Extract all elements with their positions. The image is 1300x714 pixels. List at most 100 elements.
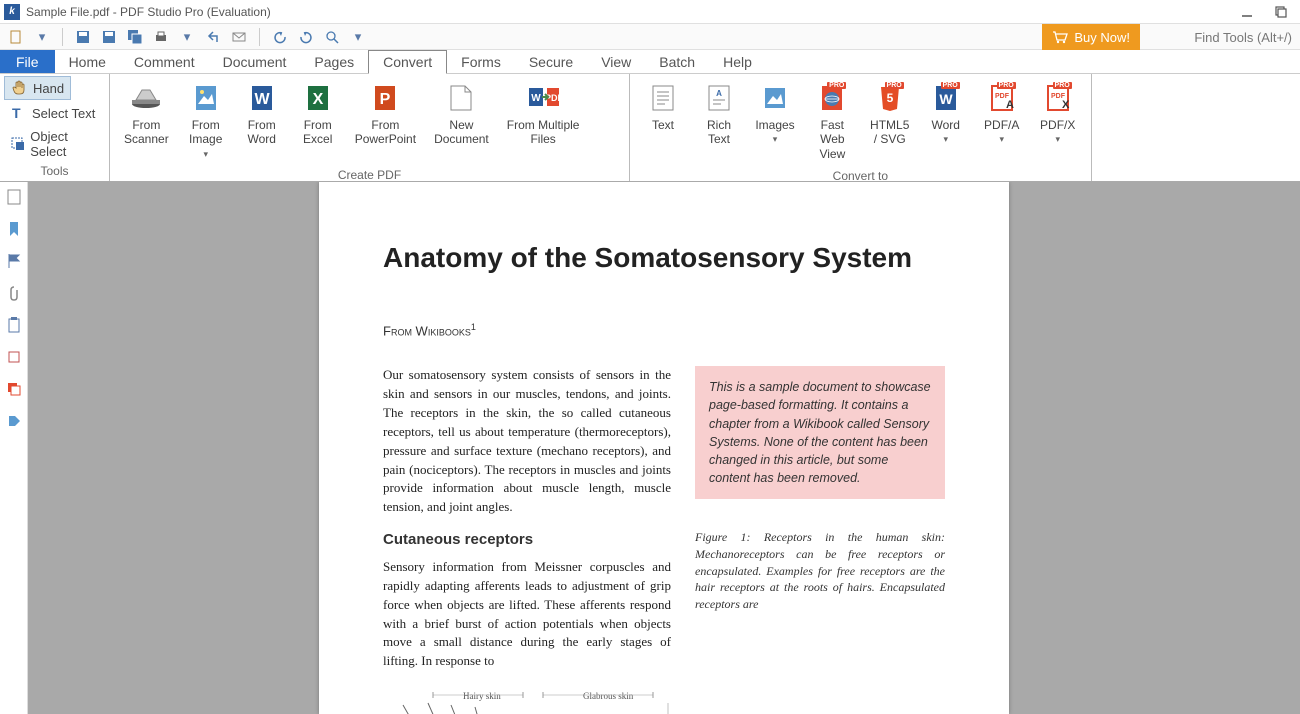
figure-diagram: Hairy skin Glabrous skin Papillary Ridge… bbox=[383, 685, 671, 714]
cart-icon bbox=[1052, 30, 1068, 44]
svg-text:X: X bbox=[1062, 99, 1070, 111]
menu-help[interactable]: Help bbox=[709, 50, 766, 73]
excel-icon: X bbox=[304, 84, 332, 112]
pro-badge: PRO bbox=[1053, 82, 1072, 89]
ribbon-group-label: Create PDF bbox=[110, 168, 629, 182]
save-icon[interactable] bbox=[73, 27, 93, 47]
btn-new-document[interactable]: New Document bbox=[426, 78, 497, 151]
svg-text:P: P bbox=[380, 91, 391, 108]
pro-badge: PRO bbox=[941, 82, 960, 89]
image-file-icon bbox=[192, 84, 220, 112]
scanner-icon bbox=[130, 86, 162, 110]
btn-from-multiple[interactable]: WPDFFrom Multiple Files bbox=[499, 78, 588, 151]
figure-caption: Figure 1: Receptors in the human skin: M… bbox=[695, 529, 945, 613]
btn-from-image[interactable]: From Image▾ bbox=[179, 78, 233, 164]
btn-from-scanner[interactable]: From Scanner bbox=[116, 78, 177, 151]
find-tools-field[interactable]: Find Tools (Alt+/) bbox=[1194, 24, 1292, 50]
doc-title: Anatomy of the Somatosensory System bbox=[383, 242, 945, 274]
btn-from-excel[interactable]: XFrom Excel bbox=[291, 78, 345, 151]
svg-text:T: T bbox=[12, 105, 21, 121]
rtf-icon: A bbox=[707, 84, 731, 112]
menu-convert[interactable]: Convert bbox=[368, 50, 447, 74]
svg-text:W: W bbox=[939, 91, 953, 107]
btn-to-images[interactable]: Images▾ bbox=[748, 78, 802, 149]
redo-icon[interactable] bbox=[296, 27, 316, 47]
print-icon[interactable] bbox=[151, 27, 171, 47]
object-select-icon bbox=[10, 136, 24, 152]
doc-paragraph: Sensory information from Meissner corpus… bbox=[383, 558, 671, 671]
titlebar: k Sample File.pdf - PDF Studio Pro (Eval… bbox=[0, 0, 1300, 24]
menu-secure[interactable]: Secure bbox=[515, 50, 587, 73]
chevron-down-icon: ▾ bbox=[943, 134, 948, 145]
svg-text:W: W bbox=[254, 91, 270, 108]
email-icon[interactable] bbox=[229, 27, 249, 47]
app-icon: k bbox=[4, 4, 20, 20]
undo-icon[interactable] bbox=[270, 27, 290, 47]
btn-fast-web-view[interactable]: PROFast Web View bbox=[804, 78, 861, 165]
zoom-icon[interactable] bbox=[322, 27, 342, 47]
chevron-down-icon: ▾ bbox=[999, 134, 1004, 145]
new-doc-icon[interactable] bbox=[6, 27, 26, 47]
svg-text:A: A bbox=[1006, 99, 1014, 111]
btn-to-rich-text[interactable]: ARich Text bbox=[692, 78, 746, 151]
pro-badge: PRO bbox=[885, 82, 904, 89]
new-dropdown-icon[interactable]: ▾ bbox=[32, 27, 52, 47]
pro-badge: PRO bbox=[997, 82, 1016, 89]
doc-subheading: Cutaneous receptors bbox=[383, 531, 671, 548]
svg-text:X: X bbox=[312, 91, 323, 108]
btn-to-html5[interactable]: PRO5HTML5 / SVG bbox=[863, 78, 917, 151]
btn-to-word[interactable]: PROWWord▾ bbox=[919, 78, 973, 149]
layers-icon[interactable] bbox=[5, 380, 23, 398]
menu-batch[interactable]: Batch bbox=[645, 50, 709, 73]
menu-forms[interactable]: Forms bbox=[447, 50, 515, 73]
page-icon[interactable] bbox=[5, 188, 23, 206]
save-all-icon[interactable] bbox=[125, 27, 145, 47]
doc-source: From Wikibooks1 bbox=[383, 322, 945, 338]
tool-hand[interactable]: Hand bbox=[4, 76, 71, 100]
flag-icon[interactable] bbox=[5, 252, 23, 270]
buy-now-label: Buy Now! bbox=[1074, 30, 1130, 45]
zoom-dropdown-icon[interactable]: ▾ bbox=[348, 27, 368, 47]
attachment-icon[interactable] bbox=[5, 284, 23, 302]
maximize-button[interactable] bbox=[1274, 5, 1288, 19]
save-as-icon[interactable] bbox=[99, 27, 119, 47]
tool-object-select[interactable]: Object Select bbox=[4, 126, 105, 162]
chevron-down-icon: ▾ bbox=[773, 134, 778, 145]
stamp-icon[interactable] bbox=[5, 348, 23, 366]
ppt-icon: P bbox=[371, 84, 399, 112]
side-toolbar bbox=[0, 182, 28, 714]
svg-text:W: W bbox=[531, 93, 541, 104]
btn-to-text[interactable]: Text bbox=[636, 78, 690, 136]
menu-view[interactable]: View bbox=[587, 50, 645, 73]
print-dropdown-icon[interactable]: ▾ bbox=[177, 27, 197, 47]
clipboard-icon[interactable] bbox=[5, 316, 23, 334]
buy-now-button[interactable]: Buy Now! bbox=[1042, 24, 1140, 50]
btn-to-pdfx[interactable]: PROPDFXPDF/X▾ bbox=[1031, 78, 1085, 149]
image-icon bbox=[763, 86, 787, 110]
window-title: Sample File.pdf - PDF Studio Pro (Evalua… bbox=[26, 5, 271, 19]
quick-access-toolbar: ▾ ▾ ▾ Buy Now! Find Tools (Alt+/) bbox=[0, 24, 1300, 50]
btn-to-pdfa[interactable]: PROPDFAPDF/A▾ bbox=[975, 78, 1029, 149]
btn-from-powerpoint[interactable]: PFrom PowerPoint bbox=[347, 78, 424, 151]
document-canvas[interactable]: Anatomy of the Somatosensory System From… bbox=[28, 182, 1300, 714]
minimize-button[interactable] bbox=[1240, 5, 1254, 19]
btn-from-word[interactable]: WFrom Word bbox=[235, 78, 289, 151]
tag-icon[interactable] bbox=[5, 412, 23, 430]
bookmark-icon[interactable] bbox=[5, 220, 23, 238]
menu-pages[interactable]: Pages bbox=[300, 50, 368, 73]
svg-text:5: 5 bbox=[886, 91, 893, 105]
chevron-down-icon: ▾ bbox=[203, 149, 208, 160]
menu-comment[interactable]: Comment bbox=[120, 50, 209, 73]
ribbon-group-label: Tools bbox=[0, 164, 109, 181]
ribbon: Hand T Select Text Object Select Tools F… bbox=[0, 74, 1300, 182]
pro-badge: PRO bbox=[827, 82, 846, 89]
menu-document[interactable]: Document bbox=[209, 50, 301, 73]
menu-home[interactable]: Home bbox=[55, 50, 120, 73]
menubar: File Home Comment Document Pages Convert… bbox=[0, 50, 1300, 74]
menu-file[interactable]: File bbox=[0, 50, 55, 73]
tool-select-text[interactable]: T Select Text bbox=[4, 102, 101, 124]
word-icon: W bbox=[248, 84, 276, 112]
revert-icon[interactable] bbox=[203, 27, 223, 47]
note-box: This is a sample document to showcase pa… bbox=[695, 366, 945, 499]
doc-paragraph: Our somatosensory system consists of sen… bbox=[383, 366, 671, 517]
